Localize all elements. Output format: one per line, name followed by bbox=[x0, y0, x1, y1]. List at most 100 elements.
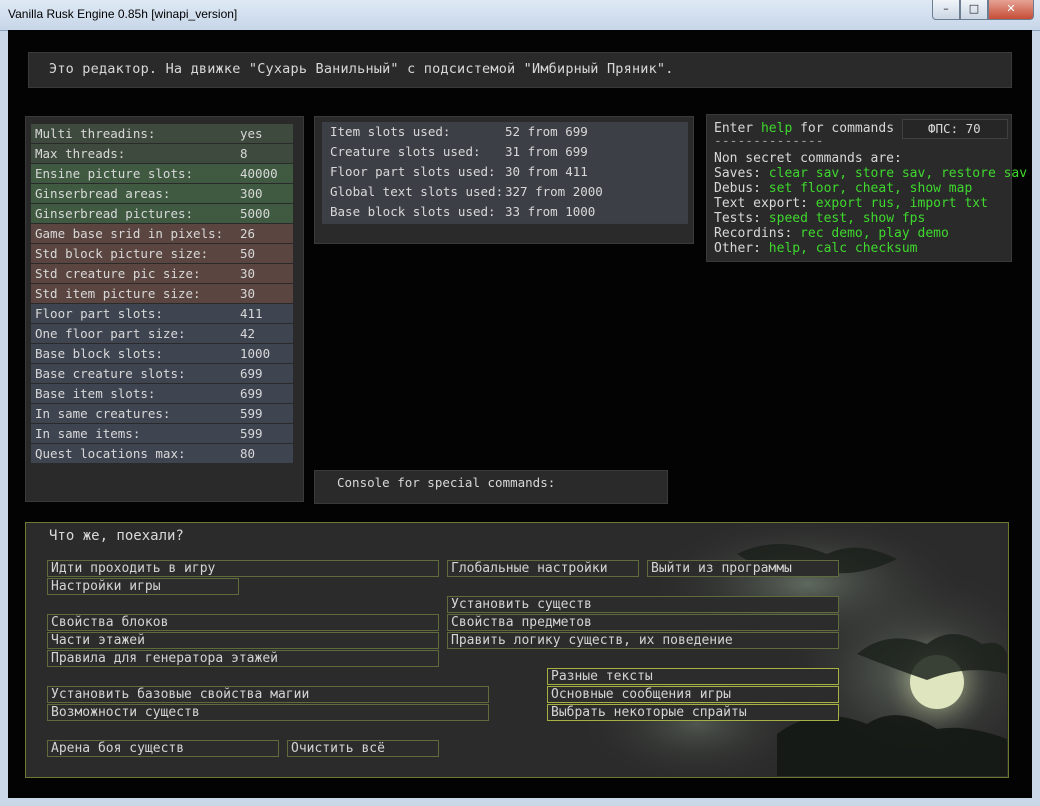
command-list[interactable]: clear sav, store sav, restore sav bbox=[769, 166, 1027, 181]
config-key: Base block slots: bbox=[35, 346, 163, 361]
minimize-button[interactable]: – bbox=[932, 0, 960, 20]
config-value: 26 bbox=[240, 226, 256, 241]
config-key: Std item picture size: bbox=[35, 286, 201, 301]
play-game-button[interactable]: Идти проходить в игру bbox=[47, 560, 439, 577]
config-row: Ginserbread pictures: 5000 bbox=[31, 204, 293, 223]
slot-row: Creature slots used: 31 from 699 bbox=[322, 142, 688, 161]
window-titlebar[interactable]: Vanilla Rusk Engine 0.85h [winapi_versio… bbox=[0, 0, 1040, 31]
config-key: Ginserbread areas: bbox=[35, 186, 171, 201]
slot-key: Global text slots used: bbox=[330, 184, 504, 199]
slot-value: 30 from 411 bbox=[505, 164, 588, 179]
console-panel: Console for special commands: bbox=[314, 470, 668, 504]
config-row: Multi threadins: yes bbox=[31, 124, 293, 143]
creature-arena-button[interactable]: Арена боя существ bbox=[47, 740, 279, 757]
header-text: Это редактор. На движке "Сухарь Ванильны… bbox=[49, 61, 674, 77]
block-properties-button[interactable]: Свойства блоков bbox=[47, 614, 439, 631]
floor-generator-rules-button[interactable]: Правила для генератора этажей bbox=[47, 650, 439, 667]
config-key: Std block picture size: bbox=[35, 246, 209, 261]
slot-value: 31 from 699 bbox=[505, 144, 588, 159]
close-button[interactable]: ✕ bbox=[988, 0, 1034, 20]
slot-row: Global text slots used: 327 from 2000 bbox=[322, 182, 688, 201]
global-settings-button[interactable]: Глобальные настройки bbox=[447, 560, 639, 577]
config-value: 8 bbox=[240, 146, 248, 161]
maximize-button[interactable]: □ bbox=[960, 0, 988, 20]
command-line: Text export: export rus, import txt bbox=[714, 196, 988, 211]
slot-key: Floor part slots used: bbox=[330, 164, 496, 179]
config-key: Base item slots: bbox=[35, 386, 156, 401]
command-list[interactable]: set floor, cheat, show map bbox=[769, 181, 973, 196]
slot-row: Base block slots used: 33 from 1000 bbox=[322, 202, 688, 221]
creature-logic-button[interactable]: Править логику существ, их поведение bbox=[447, 632, 839, 649]
config-value: 42 bbox=[240, 326, 256, 341]
command-list[interactable]: speed test, show fps bbox=[769, 211, 926, 226]
config-row: Max threads: 8 bbox=[31, 144, 293, 163]
command-line: Debus: set floor, cheat, show map bbox=[714, 181, 972, 196]
config-row: Base block slots: 1000 bbox=[31, 344, 293, 363]
config-key: Ginserbread pictures: bbox=[35, 206, 194, 221]
misc-texts-button[interactable]: Разные тексты bbox=[547, 668, 839, 685]
config-row: Game base srid in pixels: 26 bbox=[31, 224, 293, 243]
config-key: Floor part slots: bbox=[35, 306, 163, 321]
config-row: Ginserbread areas: 300 bbox=[31, 184, 293, 203]
game-settings-button[interactable]: Настройки игры bbox=[47, 578, 239, 595]
fps-value: ФПС: 70 bbox=[928, 121, 981, 136]
clear-all-button[interactable]: Очистить всё bbox=[287, 740, 439, 757]
command-list[interactable]: rec demo, play demo bbox=[800, 226, 949, 241]
console-input[interactable] bbox=[334, 494, 654, 504]
config-key: Game base srid in pixels: bbox=[35, 226, 224, 241]
config-value: 80 bbox=[240, 446, 256, 461]
config-row: Std block picture size: 50 bbox=[31, 244, 293, 263]
command-line: Recordins: rec demo, play demo bbox=[714, 226, 949, 241]
config-key: In same items: bbox=[35, 426, 141, 441]
config-value: 300 bbox=[240, 186, 263, 201]
window-controls: – □ ✕ bbox=[932, 0, 1034, 20]
place-creatures-button[interactable]: Установить существ bbox=[447, 596, 839, 613]
config-value: yes bbox=[240, 126, 263, 141]
config-value: 599 bbox=[240, 426, 263, 441]
console-label: Console for special commands: bbox=[337, 475, 556, 490]
non-secret-heading: Non secret commands are: bbox=[714, 151, 902, 166]
config-value: 50 bbox=[240, 246, 256, 261]
command-list[interactable]: help, calc checksum bbox=[769, 241, 918, 256]
config-value: 699 bbox=[240, 366, 263, 381]
slot-key: Item slots used: bbox=[330, 124, 451, 139]
command-category: Text export: bbox=[714, 196, 808, 211]
config-row: Quest locations max: 80 bbox=[31, 444, 293, 463]
command-category: Tests: bbox=[714, 211, 761, 226]
game-messages-button[interactable]: Основные сообщения игры bbox=[547, 686, 839, 703]
config-row: Base item slots: 699 bbox=[31, 384, 293, 403]
config-row: Ensine picture slots: 40000 bbox=[31, 164, 293, 183]
config-value: 30 bbox=[240, 266, 256, 281]
slot-value: 327 from 2000 bbox=[505, 184, 603, 199]
config-value: 599 bbox=[240, 406, 263, 421]
config-key: Max threads: bbox=[35, 146, 126, 161]
command-line: Other: help, calc checksum bbox=[714, 241, 918, 256]
command-list[interactable]: export rus, import txt bbox=[816, 196, 988, 211]
pick-sprites-button[interactable]: Выбрать некоторые спрайты bbox=[547, 704, 839, 721]
editor-canvas: Это редактор. На движке "Сухарь Ванильны… bbox=[8, 30, 1032, 798]
command-category: Saves: bbox=[714, 166, 761, 181]
floor-parts-button[interactable]: Части этажей bbox=[47, 632, 439, 649]
commands-separator: -------------- bbox=[714, 134, 824, 149]
exit-button[interactable]: Выйти из программы bbox=[647, 560, 839, 577]
config-key: Multi threadins: bbox=[35, 126, 156, 141]
config-row: Floor part slots: 411 bbox=[31, 304, 293, 323]
slot-row: Floor part slots used: 30 from 411 bbox=[322, 162, 688, 181]
config-value: 1000 bbox=[240, 346, 271, 361]
fps-counter: ФПС: 70 bbox=[902, 119, 1008, 139]
slot-key: Creature slots used: bbox=[330, 144, 481, 159]
command-line: Saves: clear sav, store sav, restore sav bbox=[714, 166, 1027, 181]
slots-panel: Item slots used: 52 from 699 Creature slot… bbox=[314, 116, 694, 244]
command-category: Debus: bbox=[714, 181, 761, 196]
item-properties-button[interactable]: Свойства предметов bbox=[447, 614, 839, 631]
main-menu-panel: Что же, поехали? Идти проходить в игру Н… bbox=[25, 522, 1009, 778]
config-value: 5000 bbox=[240, 206, 271, 221]
base-magic-button[interactable]: Установить базовые свойства магии bbox=[47, 686, 489, 703]
slot-value: 52 from 699 bbox=[505, 124, 588, 139]
config-row: In same items: 599 bbox=[31, 424, 293, 443]
config-panel: Multi threadins: yes Max threads: 8 Ensine p… bbox=[25, 116, 304, 502]
commands-panel: Enter help for commands ФПС: 70 --------… bbox=[706, 114, 1027, 262]
config-key: Std creature pic size: bbox=[35, 266, 201, 281]
window-title: Vanilla Rusk Engine 0.85h [winapi_versio… bbox=[8, 7, 238, 21]
creature-abilities-button[interactable]: Возможности существ bbox=[47, 704, 489, 721]
